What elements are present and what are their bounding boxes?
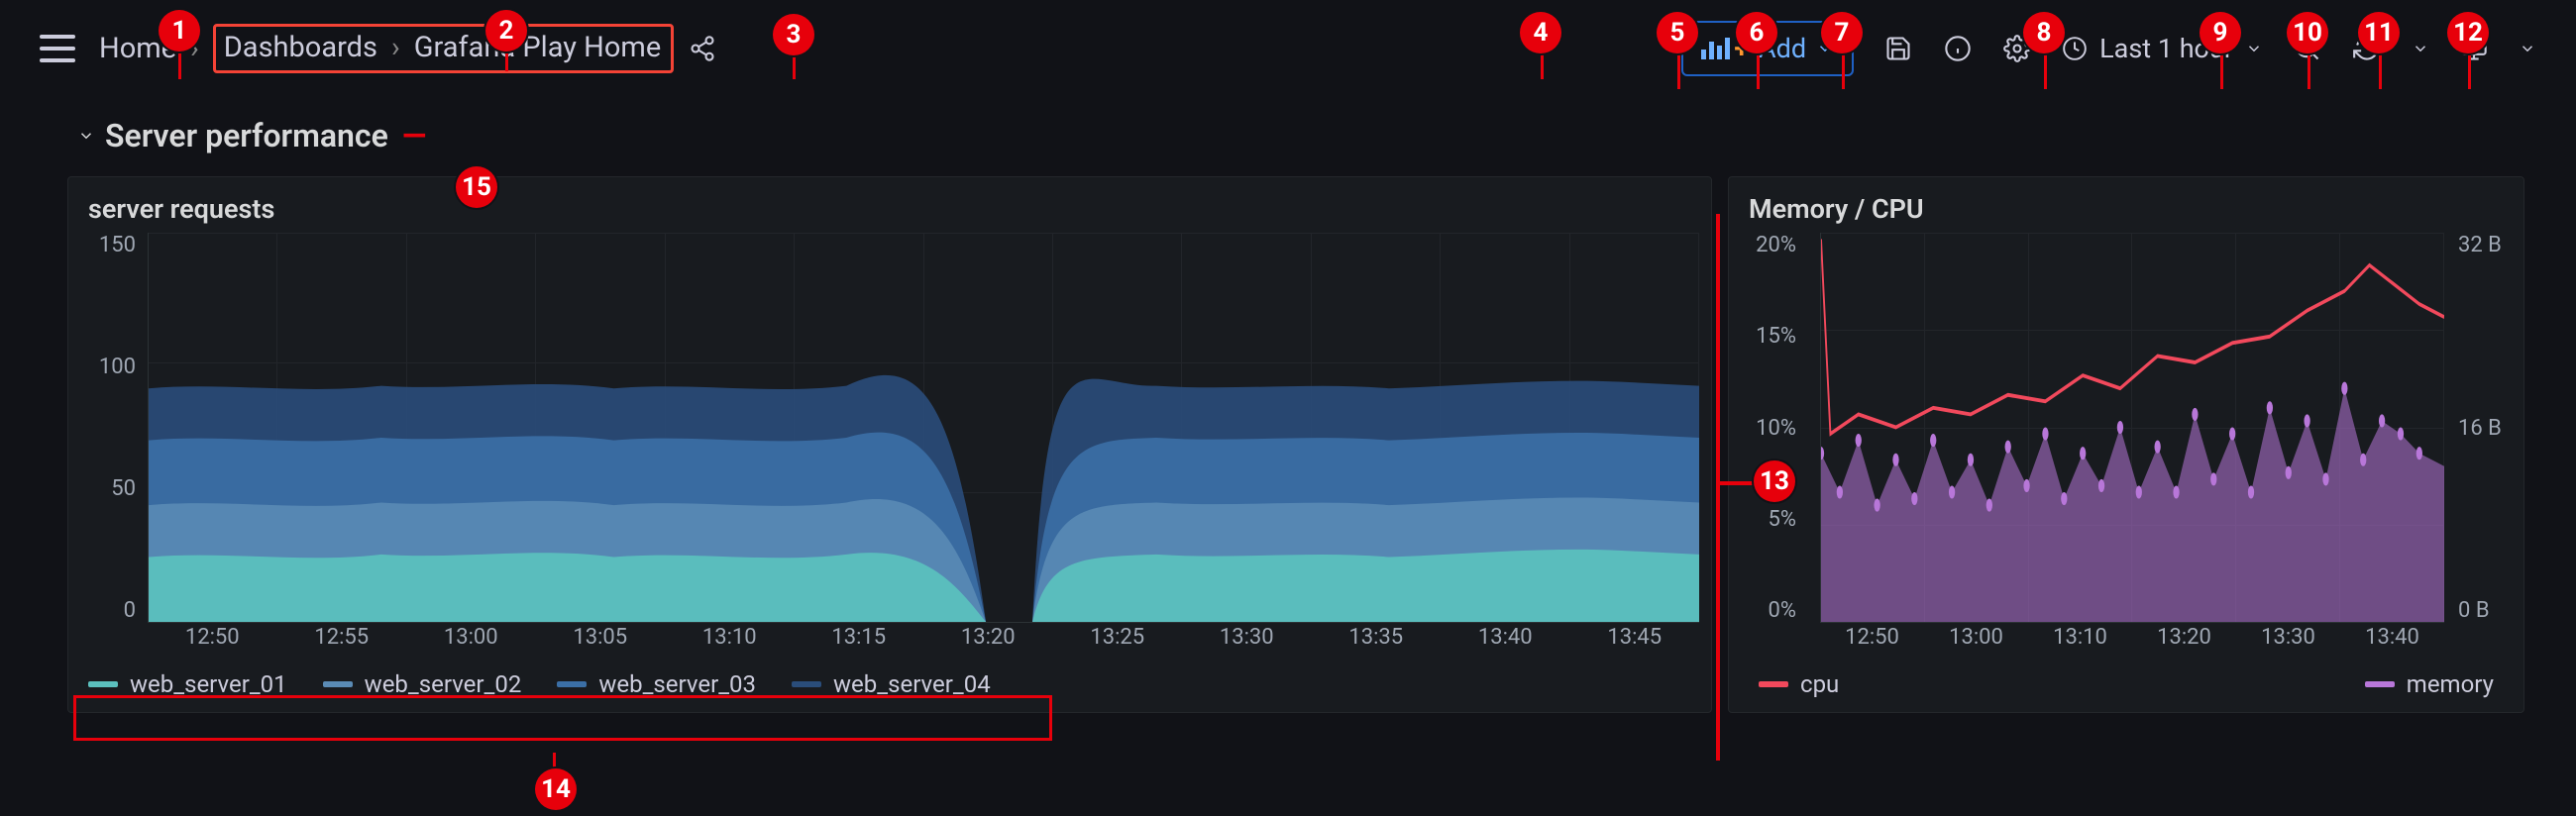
tv-chevron-icon[interactable]: [2519, 40, 2536, 57]
callout-4: 4: [1520, 12, 1561, 53]
callout-12: 12: [2447, 12, 2489, 53]
callout-2: 2: [485, 10, 527, 51]
topbar: Home › Dashboards › Grafana Play Home + …: [0, 0, 2576, 97]
callout-14: 14: [535, 768, 577, 810]
panel-server-requests[interactable]: server requests 150 100 50 0: [67, 176, 1712, 713]
clock-icon: [2062, 36, 2088, 61]
callout-5: 5: [1657, 12, 1698, 53]
save-icon[interactable]: [1883, 34, 1913, 63]
chart-canvas[interactable]: [1820, 233, 2444, 623]
y-axis-left: 20% 15% 10% 5% 0%: [1729, 233, 1806, 623]
info-icon[interactable]: [1943, 34, 1973, 63]
row-title: Server performance: [105, 117, 388, 154]
plot-area: 20% 15% 10% 5% 0% 32 B 16 B 0 B: [1729, 233, 2523, 663]
x-axis: 12:5012:5513:0013:0513:1013:1513:2013:25…: [148, 625, 1699, 663]
callout-1: 1: [159, 10, 200, 51]
x-axis: 12:5013:0013:1013:2013:3013:40: [1820, 625, 2444, 663]
legend-item[interactable]: web_server_04: [792, 670, 991, 698]
callout-7: 7: [1821, 12, 1863, 53]
chevron-right-icon: ›: [391, 31, 400, 64]
legend-item[interactable]: web_server_01: [88, 670, 287, 698]
callout-3: 3: [773, 14, 814, 55]
chevron-down-icon: [2245, 40, 2263, 57]
chevron-down-icon: [77, 127, 95, 145]
breadcrumb-current[interactable]: Grafana Play Home: [414, 31, 662, 64]
refresh-chevron-icon[interactable]: [2412, 40, 2429, 57]
panel-memory-cpu[interactable]: Memory / CPU 20% 15% 10% 5% 0% 32 B 16 B…: [1728, 176, 2524, 713]
callout-11: 11: [2358, 12, 2400, 53]
share-icon[interactable]: [688, 34, 717, 63]
legend-item[interactable]: web_server_02: [323, 670, 522, 698]
topbar-right: + Add Last 1 hour: [1681, 21, 2536, 76]
legend: web_server_01 web_server_02 web_server_0…: [68, 663, 1711, 712]
plot-area: 150 100 50 0: [68, 233, 1711, 663]
menu-icon[interactable]: [40, 35, 75, 62]
y-axis-right: 32 B 16 B 0 B: [2448, 233, 2523, 623]
chart-canvas[interactable]: [148, 233, 1699, 623]
breadcrumb-dashboards[interactable]: Dashboards: [224, 31, 377, 64]
app-root: Home › Dashboards › Grafana Play Home + …: [0, 0, 2576, 816]
callout-13: 13: [1754, 460, 1795, 502]
legend-item[interactable]: memory: [2365, 670, 2494, 698]
panels-grid: server requests 150 100 50 0: [0, 168, 2576, 733]
row-header[interactable]: Server performance —: [0, 97, 2576, 168]
panel-title: server requests: [68, 177, 1711, 233]
callout-10: 10: [2287, 12, 2328, 53]
panel-icon: [1701, 38, 1730, 59]
callout-9: 9: [2200, 12, 2241, 53]
callout-15: 15: [456, 166, 497, 208]
legend-item[interactable]: web_server_03: [557, 670, 756, 698]
legend-item[interactable]: cpu: [1759, 670, 1839, 698]
legend: cpu memory: [1729, 663, 2523, 712]
panel-title: Memory / CPU: [1729, 177, 2523, 233]
callout-8: 8: [2023, 12, 2065, 53]
callout-6: 6: [1736, 12, 1777, 53]
y-axis: 150 100 50 0: [68, 233, 146, 623]
